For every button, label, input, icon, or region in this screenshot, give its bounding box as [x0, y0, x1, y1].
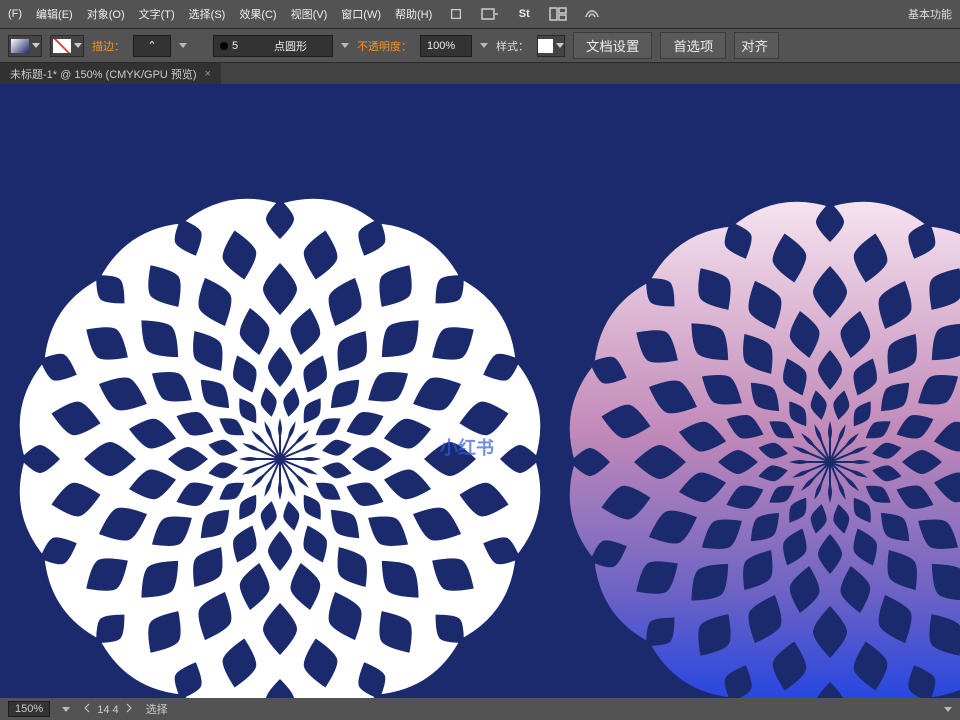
stroke-swatch[interactable] [50, 35, 84, 57]
menu-file[interactable]: (F) [8, 8, 22, 20]
opacity-dropdown[interactable] [480, 43, 488, 48]
isolation-icon[interactable] [480, 4, 500, 24]
opacity-field[interactable] [420, 35, 472, 57]
workspace-switcher[interactable]: 基本功能 [908, 6, 952, 22]
canvas[interactable]: 小红书 [0, 84, 960, 698]
style-swatch[interactable] [537, 35, 565, 57]
menubar: (F) 编辑(E) 对象(O) 文字(T) 选择(S) 效果(C) 视图(V) … [0, 0, 960, 28]
status-bar: 150% 14 4 选择 [0, 698, 960, 720]
point-shape-icon [220, 42, 228, 50]
artboard-nav[interactable]: 14 4 [82, 703, 134, 716]
menu-type[interactable]: 文字(T) [139, 6, 175, 22]
opacity-label: 不透明度： [357, 38, 412, 54]
tool-hint: 选择 [146, 701, 168, 717]
stock-icon[interactable]: St [514, 4, 534, 24]
menu-view[interactable]: 视图(V) [291, 6, 328, 22]
fill-swatch[interactable] [8, 35, 42, 57]
zoom-level[interactable]: 150% [8, 701, 50, 717]
artwork-rosette-left[interactable] [0, 159, 580, 698]
menu-edit[interactable]: 编辑(E) [36, 6, 73, 22]
arrange-docs-icon[interactable] [548, 4, 568, 24]
stroke-weight-dropdown[interactable] [179, 43, 187, 48]
options-bar: 描边： ⌃ 点圆形 不透明度： 样式： 文档设置 首选项 对齐 [0, 28, 960, 62]
preferences-button[interactable]: 首选项 [660, 32, 726, 59]
menu-effect[interactable]: 效果(C) [239, 6, 276, 22]
gpu-icon[interactable] [582, 4, 602, 24]
document-tab[interactable]: 未标题-1* @ 150% (CMYK/GPU 预览) × [0, 63, 221, 84]
brush-profile-field[interactable]: 点圆形 [213, 35, 333, 57]
menu-window[interactable]: 窗口(W) [341, 6, 381, 22]
stroke-weight-field[interactable]: ⌃ [133, 35, 171, 57]
brush-profile-dropdown[interactable] [341, 43, 349, 48]
artboard-nav-index: 14 4 [97, 704, 118, 716]
brush-unit-label: 点圆形 [274, 38, 307, 54]
search-help-icon[interactable] [446, 4, 466, 24]
menu-object[interactable]: 对象(O) [87, 6, 125, 22]
document-tab-title: 未标题-1* @ 150% (CMYK/GPU 预览) [10, 66, 197, 82]
brush-weight-input[interactable] [232, 40, 270, 52]
menu-select[interactable]: 选择(S) [189, 6, 226, 22]
document-setup-button[interactable]: 文档设置 [573, 32, 652, 59]
close-tab-icon[interactable]: × [205, 68, 211, 80]
stroke-label: 描边： [92, 38, 125, 54]
status-flyout[interactable] [944, 707, 952, 712]
align-button[interactable]: 对齐 [734, 32, 779, 59]
menu-help[interactable]: 帮助(H) [395, 6, 432, 22]
zoom-dropdown[interactable] [62, 707, 70, 712]
style-label: 样式： [496, 38, 529, 54]
opacity-input[interactable] [427, 40, 465, 52]
artwork-rosette-right[interactable] [530, 162, 960, 698]
document-tab-row: 未标题-1* @ 150% (CMYK/GPU 预览) × [0, 62, 960, 84]
